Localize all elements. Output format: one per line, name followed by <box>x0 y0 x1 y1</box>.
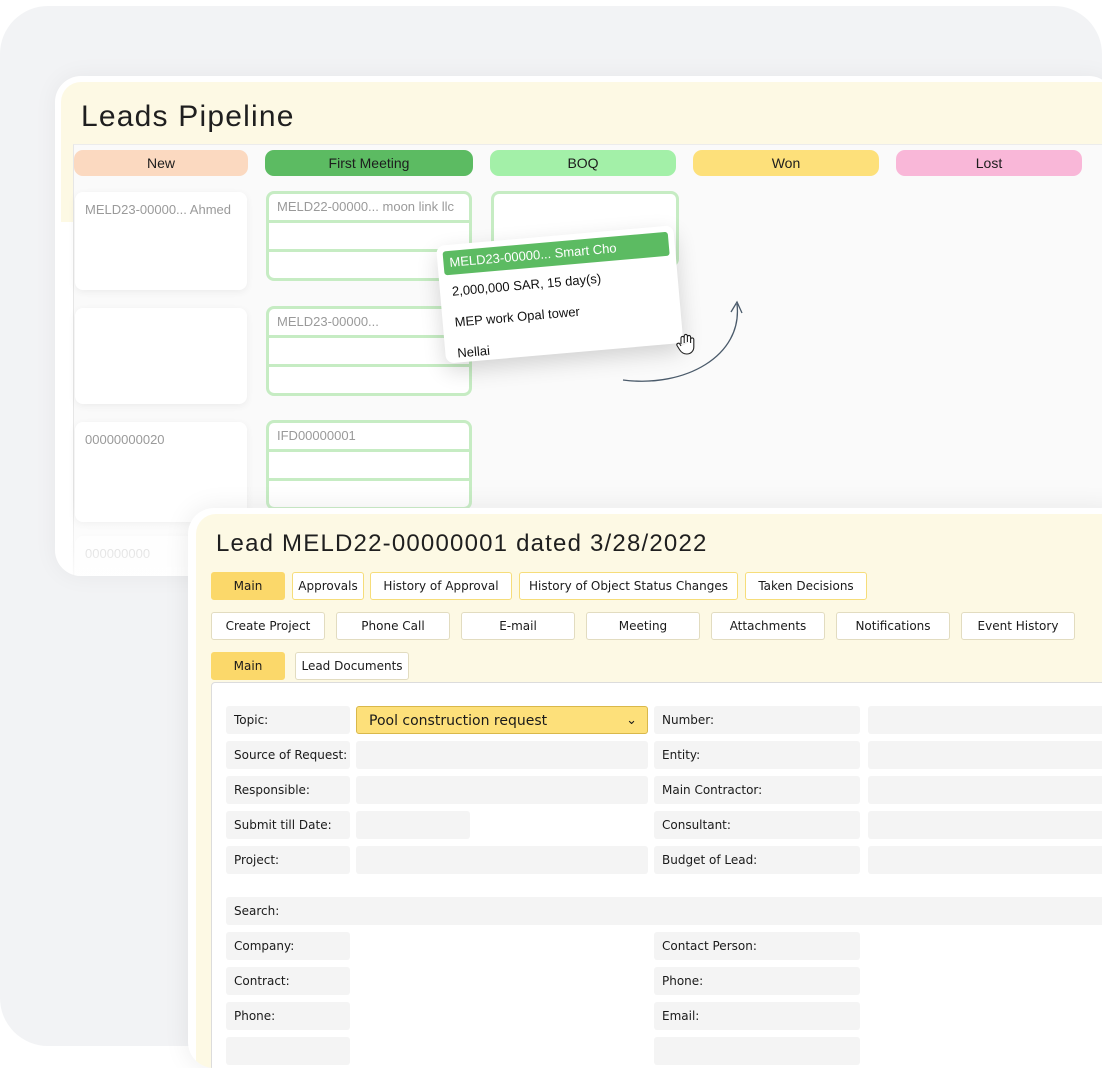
stage-won[interactable]: Won <box>693 150 879 176</box>
contact-phone-label: Phone: <box>654 967 860 995</box>
entity-label: Entity: <box>654 741 860 769</box>
budget-of-lead-field[interactable] <box>868 846 1102 874</box>
create-project-button[interactable]: Create Project <box>211 612 325 640</box>
company-label: Company: <box>226 932 350 960</box>
consultant-field[interactable] <box>868 811 1102 839</box>
lead-card-row <box>269 338 469 367</box>
lead-card-label <box>75 308 247 328</box>
submit-till-date-field[interactable] <box>356 811 470 839</box>
stage-new[interactable]: New <box>74 150 248 176</box>
event-history-button[interactable]: Event History <box>961 612 1075 640</box>
lead-card-row <box>494 194 676 220</box>
lead-card-label: 00000000020 <box>85 432 165 447</box>
lead-title: Lead MELD22-00000001 dated 3/28/2022 <box>216 530 708 557</box>
tab-approvals[interactable]: Approvals <box>292 572 364 600</box>
lead-detail-window: Lead MELD22-00000001 dated 3/28/2022 Mai… <box>188 508 1102 1068</box>
tab-history-of-object-status-changes[interactable]: History of Object Status Changes <box>519 572 738 600</box>
stage-first-meeting[interactable]: First Meeting <box>265 150 473 176</box>
lead-card-row <box>269 367 469 393</box>
source-of-request-field[interactable] <box>356 741 648 769</box>
extra-label <box>226 1037 350 1065</box>
lead-card-row <box>269 452 469 481</box>
tab-taken-decisions[interactable]: Taken Decisions <box>745 572 867 600</box>
chevron-down-icon: ⌄ <box>626 713 637 728</box>
source-of-request-label: Source of Request: <box>226 741 350 769</box>
number-field[interactable] <box>868 706 1102 734</box>
email-label: Email: <box>654 1002 860 1030</box>
lead-card[interactable] <box>75 308 247 404</box>
lead-card-label: MELD23-00000... <box>269 309 469 338</box>
consultant-label: Consultant: <box>654 811 860 839</box>
lead-card[interactable]: MELD23-00000... <box>266 306 472 396</box>
contract-label: Contract: <box>226 967 350 995</box>
attachments-button[interactable]: Attachments <box>711 612 825 640</box>
meeting-button[interactable]: Meeting <box>586 612 700 640</box>
lead-card-label: MELD23-00000... Ahmed <box>85 202 231 217</box>
lead-form: Topic: Pool construction request ⌄ Sourc… <box>211 682 1102 1068</box>
search-field[interactable]: Search: <box>226 897 1102 925</box>
grab-hand-icon <box>676 333 695 355</box>
main-contractor-label: Main Contractor: <box>654 776 860 804</box>
entity-field[interactable] <box>868 741 1102 769</box>
project-field[interactable] <box>356 846 648 874</box>
budget-of-lead-label: Budget of Lead: <box>654 846 860 874</box>
dragged-lead-card[interactable]: MELD23-00000... Smart Cho 2,000,000 SAR,… <box>436 225 684 364</box>
number-label: Number: <box>654 706 860 734</box>
notifications-button[interactable]: Notifications <box>836 612 950 640</box>
phone-call-button[interactable]: Phone Call <box>336 612 450 640</box>
topic-select[interactable]: Pool construction request ⌄ <box>356 706 648 734</box>
lead-card[interactable]: MELD23-00000... Ahmed <box>75 192 247 290</box>
email-button[interactable]: E-mail <box>461 612 575 640</box>
responsible-field[interactable] <box>356 776 648 804</box>
tab-main[interactable]: Main <box>211 572 285 600</box>
phone-label: Phone: <box>226 1002 350 1030</box>
main-contractor-field[interactable] <box>868 776 1102 804</box>
responsible-label: Responsible: <box>226 776 350 804</box>
topic-label: Topic: <box>226 706 350 734</box>
pipeline-title: Leads Pipeline <box>81 100 295 133</box>
project-label: Project: <box>226 846 350 874</box>
contact-person-label: Contact Person: <box>654 932 860 960</box>
submit-till-date-label: Submit till Date: <box>226 811 350 839</box>
stage-lost[interactable]: Lost <box>896 150 1082 176</box>
lead-card-label: MELD22-00000... moon link llc <box>269 194 469 223</box>
tab-history-of-approval[interactable]: History of Approval <box>370 572 512 600</box>
topic-value: Pool construction request <box>369 713 548 729</box>
subtab-lead-documents[interactable]: Lead Documents <box>295 652 409 680</box>
lead-card-label: IFD00000001 <box>269 423 469 452</box>
stage-boq[interactable]: BOQ <box>490 150 676 176</box>
subtab-main[interactable]: Main <box>211 652 285 680</box>
extra-label <box>654 1037 860 1065</box>
